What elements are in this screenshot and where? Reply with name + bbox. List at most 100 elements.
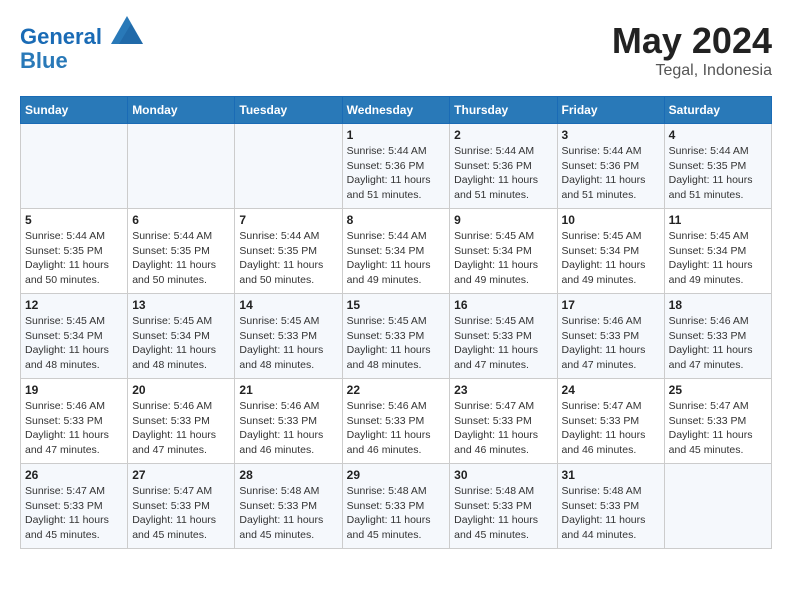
calendar-cell: 7 Sunrise: 5:44 AMSunset: 5:35 PMDaylight… bbox=[235, 209, 342, 294]
day-info: Sunrise: 5:45 AMSunset: 5:33 PMDaylight:… bbox=[347, 314, 446, 373]
day-number: 1 bbox=[347, 128, 446, 142]
weekday-header-saturday: Saturday bbox=[664, 97, 771, 124]
calendar-cell: 3 Sunrise: 5:44 AMSunset: 5:36 PMDaylight… bbox=[557, 124, 664, 209]
day-number: 20 bbox=[132, 383, 230, 397]
calendar-cell: 6Sunrise: 5:44 AMSunset: 5:35 PMDaylight… bbox=[128, 209, 235, 294]
day-number: 6 bbox=[132, 213, 230, 227]
calendar-week-row: 19 Sunrise: 5:46 AMSunset: 5:33 PMDayligh… bbox=[21, 379, 772, 464]
day-number: 14 bbox=[239, 298, 337, 312]
day-info: Sunrise: 5:46 AMSunset: 5:33 PMDaylight:… bbox=[347, 399, 446, 458]
day-info: Sunrise: 5:47 AMSunset: 5:33 PMDaylight:… bbox=[454, 399, 552, 458]
calendar-cell: 8 Sunrise: 5:44 AMSunset: 5:34 PMDaylight… bbox=[342, 209, 450, 294]
day-number: 8 bbox=[347, 213, 446, 227]
weekday-header-wednesday: Wednesday bbox=[342, 97, 450, 124]
calendar-cell: 2 Sunrise: 5:44 AMSunset: 5:36 PMDaylight… bbox=[450, 124, 557, 209]
calendar-cell: 22 Sunrise: 5:46 AMSunset: 5:33 PMDayligh… bbox=[342, 379, 450, 464]
calendar-cell: 27Sunrise: 5:47 AMSunset: 5:33 PMDayligh… bbox=[128, 464, 235, 549]
weekday-header-thursday: Thursday bbox=[450, 97, 557, 124]
logo-blue: Blue bbox=[20, 49, 143, 73]
calendar-cell bbox=[128, 124, 235, 209]
day-info: Sunrise: 5:44 AMSunset: 5:36 PMDaylight:… bbox=[347, 144, 446, 203]
calendar-cell: 30 Sunrise: 5:48 AMSunset: 5:33 PMDayligh… bbox=[450, 464, 557, 549]
calendar-cell: 25 Sunrise: 5:47 AMSunset: 5:33 PMDayligh… bbox=[664, 379, 771, 464]
day-info: Sunrise: 5:48 AMSunset: 5:33 PMDaylight:… bbox=[454, 484, 552, 543]
day-number: 13 bbox=[132, 298, 230, 312]
weekday-header-sunday: Sunday bbox=[21, 97, 128, 124]
day-info: Sunrise: 5:45 AMSunset: 5:34 PMDaylight:… bbox=[669, 229, 767, 288]
day-number: 19 bbox=[25, 383, 123, 397]
calendar-cell: 14 Sunrise: 5:45 AMSunset: 5:33 PMDayligh… bbox=[235, 294, 342, 379]
weekday-header-friday: Friday bbox=[557, 97, 664, 124]
day-number: 5 bbox=[25, 213, 123, 227]
day-number: 4 bbox=[669, 128, 767, 142]
day-info: Sunrise: 5:45 AMSunset: 5:33 PMDaylight:… bbox=[454, 314, 552, 373]
calendar-cell: 26 Sunrise: 5:47 AMSunset: 5:33 PMDayligh… bbox=[21, 464, 128, 549]
day-number: 16 bbox=[454, 298, 552, 312]
logo-icon bbox=[111, 16, 143, 44]
day-number: 10 bbox=[562, 213, 660, 227]
calendar-cell: 15Sunrise: 5:45 AMSunset: 5:33 PMDayligh… bbox=[342, 294, 450, 379]
day-info: Sunrise: 5:47 AMSunset: 5:33 PMDaylight:… bbox=[25, 484, 123, 543]
day-info: Sunrise: 5:44 AMSunset: 5:34 PMDaylight:… bbox=[347, 229, 446, 288]
day-info: Sunrise: 5:46 AMSunset: 5:33 PMDaylight:… bbox=[25, 399, 123, 458]
calendar-week-row: 12 Sunrise: 5:45 AMSunset: 5:34 PMDayligh… bbox=[21, 294, 772, 379]
calendar-cell: 13 Sunrise: 5:45 AMSunset: 5:34 PMDayligh… bbox=[128, 294, 235, 379]
calendar-cell: 5Sunrise: 5:44 AMSunset: 5:35 PMDaylight… bbox=[21, 209, 128, 294]
day-number: 28 bbox=[239, 468, 337, 482]
day-info: Sunrise: 5:47 AMSunset: 5:33 PMDaylight:… bbox=[669, 399, 767, 458]
calendar-cell: 19 Sunrise: 5:46 AMSunset: 5:33 PMDayligh… bbox=[21, 379, 128, 464]
title-block: May 2024 Tegal, Indonesia bbox=[612, 20, 772, 80]
weekday-header-monday: Monday bbox=[128, 97, 235, 124]
calendar-cell: 24Sunrise: 5:47 AMSunset: 5:33 PMDayligh… bbox=[557, 379, 664, 464]
day-number: 30 bbox=[454, 468, 552, 482]
day-number: 18 bbox=[669, 298, 767, 312]
day-number: 7 bbox=[239, 213, 337, 227]
day-number: 31 bbox=[562, 468, 660, 482]
day-number: 26 bbox=[25, 468, 123, 482]
day-number: 24 bbox=[562, 383, 660, 397]
day-info: Sunrise: 5:44 AMSunset: 5:36 PMDaylight:… bbox=[454, 144, 552, 203]
calendar-cell: 31Sunrise: 5:48 AMSunset: 5:33 PMDayligh… bbox=[557, 464, 664, 549]
day-info: Sunrise: 5:45 AMSunset: 5:34 PMDaylight:… bbox=[132, 314, 230, 373]
day-number: 22 bbox=[347, 383, 446, 397]
calendar-cell: 9Sunrise: 5:45 AMSunset: 5:34 PMDaylight… bbox=[450, 209, 557, 294]
calendar-table: SundayMondayTuesdayWednesdayThursdayFrid… bbox=[20, 96, 772, 549]
page-header: General Blue May 2024 Tegal, Indonesia bbox=[20, 20, 772, 80]
day-number: 17 bbox=[562, 298, 660, 312]
calendar-cell: 16 Sunrise: 5:45 AMSunset: 5:33 PMDayligh… bbox=[450, 294, 557, 379]
weekday-header-tuesday: Tuesday bbox=[235, 97, 342, 124]
day-info: Sunrise: 5:46 AMSunset: 5:33 PMDaylight:… bbox=[562, 314, 660, 373]
calendar-cell bbox=[21, 124, 128, 209]
day-number: 3 bbox=[562, 128, 660, 142]
day-info: Sunrise: 5:46 AMSunset: 5:33 PMDaylight:… bbox=[669, 314, 767, 373]
calendar-week-row: 1 Sunrise: 5:44 AMSunset: 5:36 PMDaylight… bbox=[21, 124, 772, 209]
calendar-cell: 28Sunrise: 5:48 AMSunset: 5:33 PMDayligh… bbox=[235, 464, 342, 549]
day-info: Sunrise: 5:45 AMSunset: 5:33 PMDaylight:… bbox=[239, 314, 337, 373]
calendar-cell: 4Sunrise: 5:44 AMSunset: 5:35 PMDaylight… bbox=[664, 124, 771, 209]
calendar-cell: 18 Sunrise: 5:46 AMSunset: 5:33 PMDayligh… bbox=[664, 294, 771, 379]
logo-text: General bbox=[20, 20, 143, 49]
day-info: Sunrise: 5:45 AMSunset: 5:34 PMDaylight:… bbox=[454, 229, 552, 288]
calendar-cell: 20 Sunrise: 5:46 AMSunset: 5:33 PMDayligh… bbox=[128, 379, 235, 464]
day-info: Sunrise: 5:46 AMSunset: 5:33 PMDaylight:… bbox=[239, 399, 337, 458]
logo: General Blue bbox=[20, 20, 143, 73]
calendar-cell: 10 Sunrise: 5:45 AMSunset: 5:34 PMDayligh… bbox=[557, 209, 664, 294]
day-info: Sunrise: 5:44 AMSunset: 5:35 PMDaylight:… bbox=[239, 229, 337, 288]
day-info: Sunrise: 5:44 AMSunset: 5:36 PMDaylight:… bbox=[562, 144, 660, 203]
month-year-title: May 2024 bbox=[612, 20, 772, 62]
day-info: Sunrise: 5:45 AMSunset: 5:34 PMDaylight:… bbox=[562, 229, 660, 288]
calendar-cell: 11 Sunrise: 5:45 AMSunset: 5:34 PMDayligh… bbox=[664, 209, 771, 294]
day-number: 2 bbox=[454, 128, 552, 142]
calendar-cell bbox=[235, 124, 342, 209]
weekday-header-row: SundayMondayTuesdayWednesdayThursdayFrid… bbox=[21, 97, 772, 124]
day-number: 12 bbox=[25, 298, 123, 312]
day-info: Sunrise: 5:46 AMSunset: 5:33 PMDaylight:… bbox=[132, 399, 230, 458]
calendar-cell: 29Sunrise: 5:48 AMSunset: 5:33 PMDayligh… bbox=[342, 464, 450, 549]
day-number: 21 bbox=[239, 383, 337, 397]
day-number: 25 bbox=[669, 383, 767, 397]
calendar-cell: 1 Sunrise: 5:44 AMSunset: 5:36 PMDaylight… bbox=[342, 124, 450, 209]
calendar-cell: 23Sunrise: 5:47 AMSunset: 5:33 PMDayligh… bbox=[450, 379, 557, 464]
day-info: Sunrise: 5:48 AMSunset: 5:33 PMDaylight:… bbox=[347, 484, 446, 543]
calendar-cell: 12Sunrise: 5:45 AMSunset: 5:34 PMDayligh… bbox=[21, 294, 128, 379]
day-number: 11 bbox=[669, 213, 767, 227]
